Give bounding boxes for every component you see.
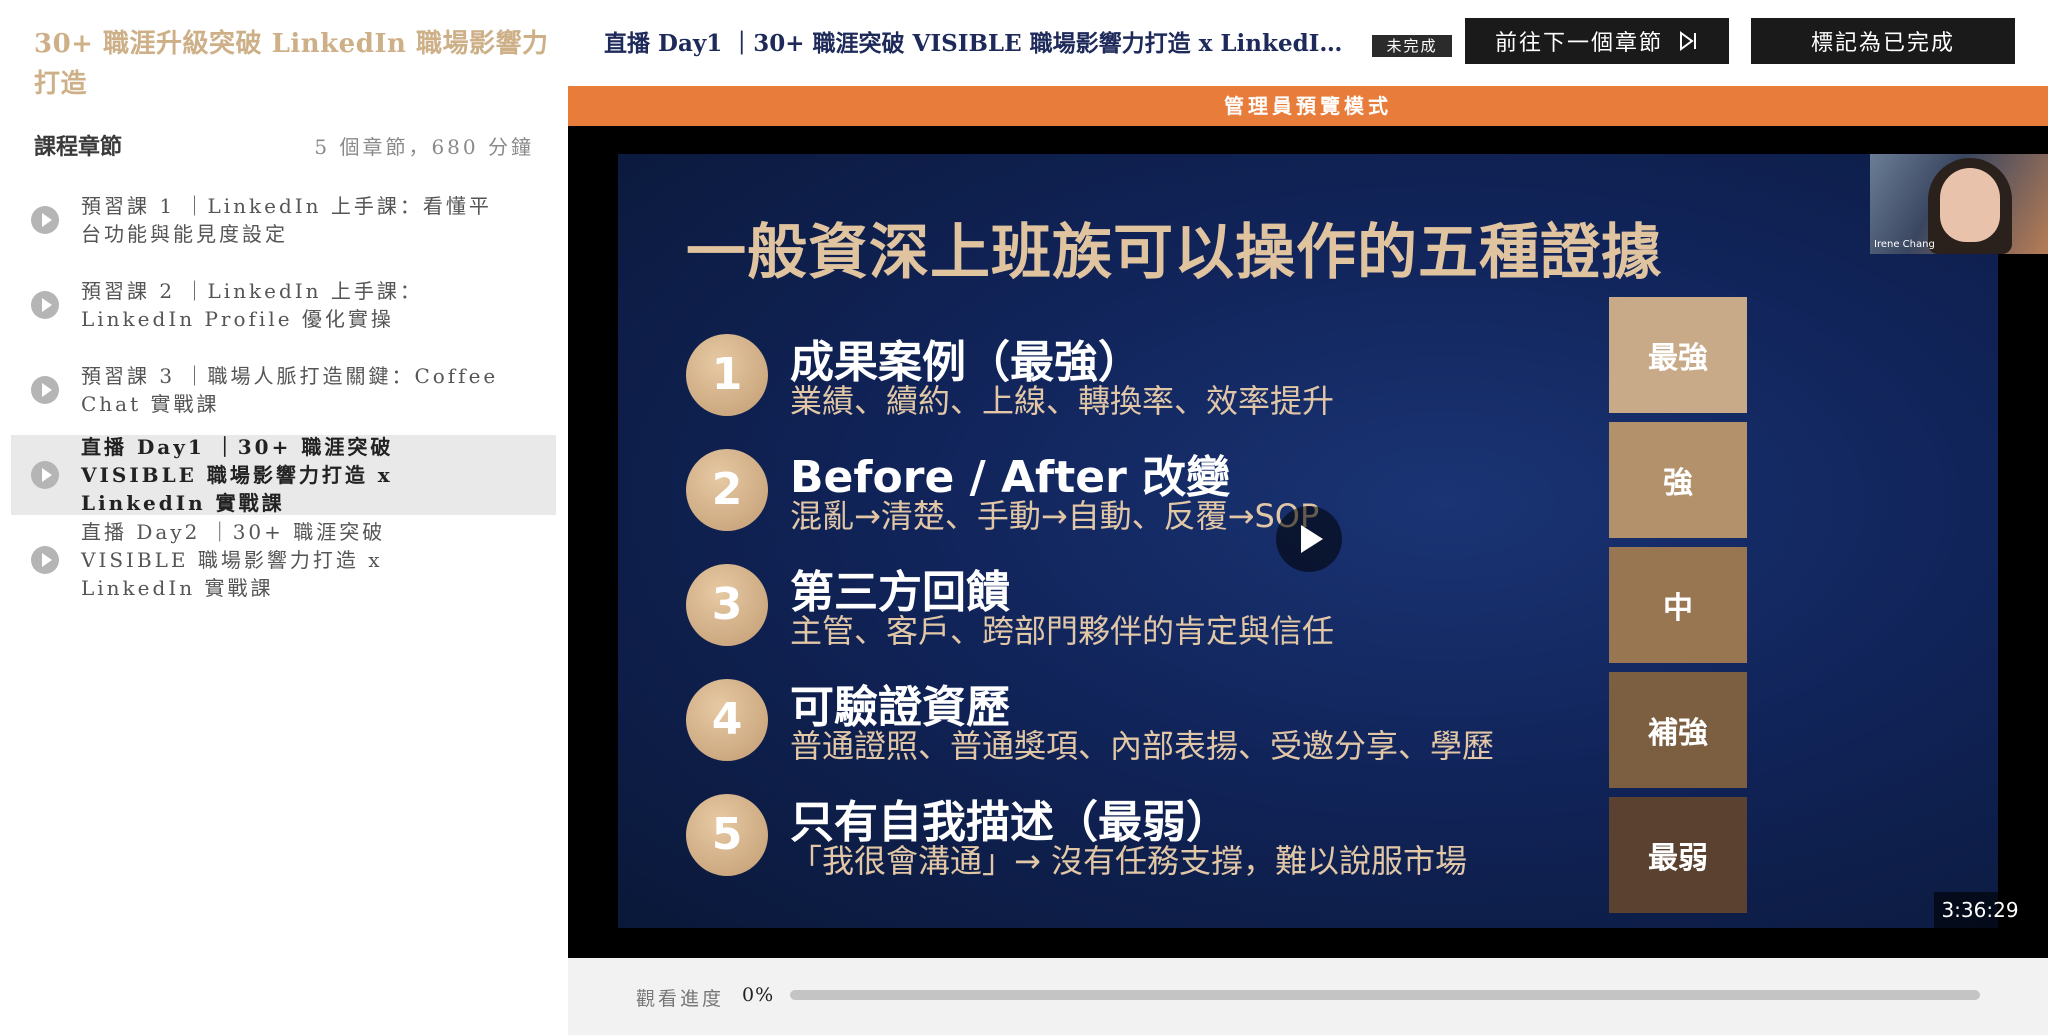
slide-title: 一般資深上班族可以操作的五種證據	[686, 218, 1662, 288]
progress-label: 觀看進度	[636, 988, 725, 1010]
course-title: 30+ 職涯升級突破 LinkedIn 職場影響力打造	[34, 29, 549, 99]
next-chapter-button[interactable]: 前往下一個章節	[1465, 18, 1729, 64]
admin-preview-banner: 管理員預覽模式	[568, 86, 2048, 126]
section-meta: 5 個章節，680 分鐘	[314, 134, 534, 159]
evidence-detail: 主管、客戶、跨部門夥伴的肯定與信任	[790, 612, 1335, 650]
evidence-item-5: 5 只有自我描述（最弱） 「我很會溝通」→ 沒有任務支撐，難以說服市場	[686, 794, 1586, 894]
play-icon	[31, 206, 59, 234]
chapter-item-2[interactable]: 預習課 2 ｜LinkedIn 上手課：LinkedIn Profile 優化實…	[11, 265, 556, 345]
chapter-item-4-active[interactable]: 直播 Day1 ｜30+ 職涯突破 VISIBLE 職場影響力打造 x Link…	[11, 435, 556, 515]
progress-track	[790, 990, 1980, 1000]
watch-progress-bar: 觀看進度 0%	[568, 958, 2048, 1035]
level-box-1: 最強	[1609, 297, 1747, 413]
evidence-number: 4	[686, 679, 768, 761]
progress-value: 0%	[742, 984, 775, 1006]
evidence-number: 2	[686, 449, 768, 531]
chapter-item-5[interactable]: 直播 Day2 ｜30+ 職涯突破 VISIBLE 職場影響力打造 x Link…	[11, 520, 556, 600]
video-timestamp: 3:36:29	[1934, 892, 2026, 928]
lesson-title: 直播 Day1 ｜30+ 職涯突破 VISIBLE 職場影響力打造 x Link…	[604, 30, 1352, 57]
evidence-item-4: 4 可驗證資歷 普通證照、普通獎項、內部表揚、受邀分享、學歷	[686, 679, 1586, 779]
chapter-item-1[interactable]: 預習課 1 ｜LinkedIn 上手課：看懂平台功能與能見度設定	[11, 180, 556, 260]
chapter-label: 直播 Day2 ｜30+ 職涯突破 VISIBLE 職場影響力打造 x Link…	[81, 520, 386, 600]
level-box-3: 中	[1609, 547, 1747, 663]
lesson-header: 直播 Day1 ｜30+ 職涯突破 VISIBLE 職場影響力打造 x Link…	[568, 0, 2048, 86]
evidence-detail: 業績、續約、上線、轉換率、效率提升	[790, 382, 1335, 420]
webcam-name: Irene Chang	[1874, 239, 1935, 250]
play-icon	[31, 376, 59, 404]
chapter-label: 預習課 3 ｜職場人脈打造關鍵：Coffee Chat 實戰課	[81, 364, 499, 416]
status-badge: 未完成	[1372, 35, 1452, 57]
section-label: 課程章節	[34, 134, 123, 160]
chapter-list: 預習課 1 ｜LinkedIn 上手課：看懂平台功能與能見度設定 預習課 2 ｜…	[11, 180, 556, 605]
evidence-item-2: 2 Before / After 改變 混亂→清楚、手動→自動、反覆→SOP	[686, 449, 1586, 549]
webcam-face	[1940, 168, 2000, 242]
evidence-detail: 混亂→清楚、手動→自動、反覆→SOP	[790, 497, 1320, 535]
evidence-detail: 普通證照、普通獎項、內部表揚、受邀分享、學歷	[790, 727, 1495, 765]
mark-complete-button[interactable]: 標記為已完成	[1751, 18, 2015, 64]
chapter-label: 預習課 1 ｜LinkedIn 上手課：看懂平台功能與能見度設定	[81, 194, 492, 246]
evidence-number: 5	[686, 794, 768, 876]
mark-complete-label: 標記為已完成	[1810, 31, 1955, 56]
video-player[interactable]: 一般資深上班族可以操作的五種證據 1 成果案例（最強） 業績、續約、上線、轉換率…	[568, 126, 2048, 958]
evidence-detail: 「我很會溝通」→ 沒有任務支撐，難以說服市場	[790, 842, 1467, 880]
play-icon	[31, 546, 59, 574]
evidence-item-3: 3 第三方回饋 主管、客戶、跨部門夥伴的肯定與信任	[686, 564, 1586, 664]
chapter-label: 預習課 2 ｜LinkedIn 上手課：LinkedIn Profile 優化實…	[81, 279, 423, 331]
play-icon	[31, 291, 59, 319]
play-icon	[31, 461, 59, 489]
next-chapter-label: 前往下一個章節	[1494, 31, 1663, 56]
course-sidebar: 30+ 職涯升級突破 LinkedIn 職場影響力打造 課程章節 5 個章節，6…	[0, 0, 568, 1035]
level-box-2: 強	[1609, 422, 1747, 538]
skip-next-icon	[1677, 30, 1699, 52]
chapter-item-3[interactable]: 預習課 3 ｜職場人脈打造關鍵：Coffee Chat 實戰課	[11, 350, 556, 430]
evidence-number: 3	[686, 564, 768, 646]
chapter-label: 直播 Day1 ｜30+ 職涯突破 VISIBLE 職場影響力打造 x Link…	[81, 435, 394, 515]
evidence-item-1: 1 成果案例（最強） 業績、續約、上線、轉換率、效率提升	[686, 334, 1586, 434]
webcam-overlay: Irene Chang	[1870, 154, 2048, 254]
chapter-section-header: 課程章節 5 個章節，680 分鐘	[34, 128, 534, 162]
video-play-button[interactable]	[1276, 506, 1342, 572]
evidence-number: 1	[686, 334, 768, 416]
level-box-4: 補強	[1609, 672, 1747, 788]
level-box-5: 最弱	[1609, 797, 1747, 913]
